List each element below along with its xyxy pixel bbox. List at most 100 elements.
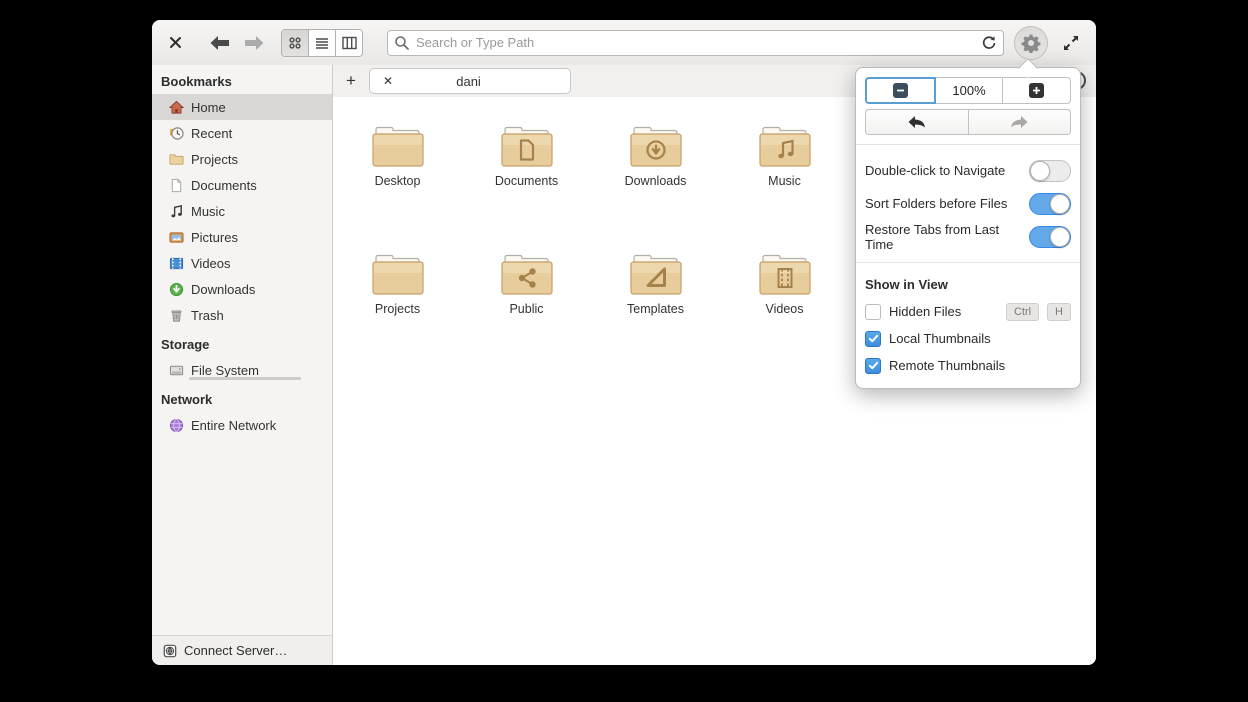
zoom-control: 100% [865,77,1072,104]
folder-name: Templates [627,302,684,316]
disk-usage-bar [189,377,301,380]
sidebar-item-videos[interactable]: Videos [152,250,332,276]
toggle-label: Double-click to Navigate [865,163,1006,178]
sidebar-item-label: Trash [191,307,224,323]
downloads-icon [168,281,184,297]
sidebar-item-projects[interactable]: Projects [152,146,332,172]
music-icon [168,203,184,219]
refresh-icon[interactable] [981,35,997,51]
toggle-row-sort-folders[interactable]: Sort Folders before Files [865,187,1071,220]
window-close-button[interactable] [165,33,185,53]
zoom-out-icon [892,83,908,98]
option-label: Local Thumbnails [889,331,991,346]
home-icon [168,99,184,115]
network-icon [168,417,184,433]
tab-close-icon[interactable]: ✕ [383,74,393,88]
option-hidden-files[interactable]: Hidden Files Ctrl H [865,298,1071,325]
list-view-button[interactable] [309,29,336,56]
new-tab-button[interactable]: + [338,68,364,94]
folder-icon [758,126,811,167]
folder-projects[interactable]: Projects [333,251,462,379]
sidebar-item-documents[interactable]: Documents [152,172,332,198]
option-local-thumbnails[interactable]: Local Thumbnails [865,325,1071,352]
history-nav [865,109,1071,135]
folder-templates[interactable]: Templates [591,251,720,379]
option-remote-thumbnails[interactable]: Remote Thumbnails [865,352,1071,379]
folder-downloads[interactable]: Downloads [591,123,720,251]
sidebar-item-music[interactable]: Music [152,198,332,224]
forward-arrow-icon [245,35,264,50]
grid-view-icon [289,36,301,49]
toggle-row-restore-tabs[interactable]: Restore Tabs from Last Time [865,220,1071,253]
folder-name: Downloads [624,174,687,188]
zoom-in-icon [1029,83,1045,98]
connect-server-icon [162,643,178,659]
sidebar-item-recent[interactable]: Recent [152,120,332,146]
search-field-wrap [387,29,1004,56]
sidebar-scroll: Bookmarks Home Recent Projects Documents… [152,65,332,635]
folder-name: Documents [494,174,559,188]
local-thumbnails-checkbox[interactable] [865,330,881,347]
folder-name: Videos [765,302,804,316]
switch-knob [1050,226,1070,247]
folder-name: Desktop [374,174,421,188]
option-label: Remote Thumbnails [889,358,1006,373]
zoom-in-button[interactable] [1003,77,1072,104]
option-label: Hidden Files [889,304,962,319]
column-view-button[interactable] [336,29,362,56]
tab-dani[interactable]: ✕ dani [369,68,571,94]
pictures-icon [168,229,184,245]
connect-server-label: Connect Server… [184,643,288,658]
folder-music[interactable]: Music [720,123,849,251]
toggle-row-double-click[interactable]: Double-click to Navigate [865,154,1071,187]
column-view-icon [341,36,357,49]
folder-videos[interactable]: Videos [720,251,849,379]
double-click-switch[interactable] [1029,159,1071,182]
sidebar-item-label: Downloads [191,281,256,297]
hidden-files-checkbox[interactable] [865,303,881,320]
sidebar-item-label: Projects [191,151,238,167]
gear-icon [1021,34,1041,53]
shortcut-ctrl-key: Ctrl [1005,302,1040,321]
sidebar-item-trash[interactable]: Trash [152,302,332,328]
sidebar-item-label: Home [191,99,226,115]
sidebar-item-home[interactable]: Home [152,94,332,120]
sort-folders-switch[interactable] [1029,192,1071,215]
popover-back-button[interactable] [865,109,969,135]
close-icon [169,37,181,48]
folder-icon [371,126,424,167]
sidebar-section-network: Network [161,392,213,407]
settings-menu-button[interactable] [1014,25,1048,60]
search-input[interactable] [387,29,1004,56]
forward-button[interactable] [241,31,267,55]
zoom-out-button[interactable] [865,77,936,104]
trash-icon [168,307,184,323]
sidebar-item-file-system[interactable]: File System [152,357,332,383]
show-in-view-title: Show in View [865,277,948,292]
restore-tabs-switch[interactable] [1029,225,1071,248]
sidebar-item-pictures[interactable]: Pictures [152,224,332,250]
sidebar-item-label: File System [191,362,259,378]
grid-view-button[interactable] [282,29,309,56]
back-arrow-icon [210,35,229,50]
popover-forward-button[interactable] [968,109,1071,135]
popover-back-icon [908,116,925,128]
back-button[interactable] [207,31,233,55]
folder-public[interactable]: Public [462,251,591,379]
sidebar-item-label: Recent [191,125,233,141]
fullscreen-button[interactable] [1058,30,1084,56]
sidebar-item-entire-network[interactable]: Entire Network [152,412,332,438]
folder-icon [168,151,184,167]
folder-desktop[interactable]: Desktop [333,123,462,251]
folder-icon [371,254,424,295]
zoom-level[interactable]: 100% [935,77,1004,104]
document-icon [168,177,184,193]
folder-documents[interactable]: Documents [462,123,591,251]
remote-thumbnails-checkbox[interactable] [865,357,881,374]
folder-name: Projects [374,302,421,316]
sidebar-item-downloads[interactable]: Downloads [152,276,332,302]
sidebar-item-label: Pictures [191,229,238,245]
connect-server-button[interactable]: Connect Server… [152,635,332,665]
sidebar-section-bookmarks: Bookmarks [161,74,232,89]
folder-name: Music [768,174,801,188]
